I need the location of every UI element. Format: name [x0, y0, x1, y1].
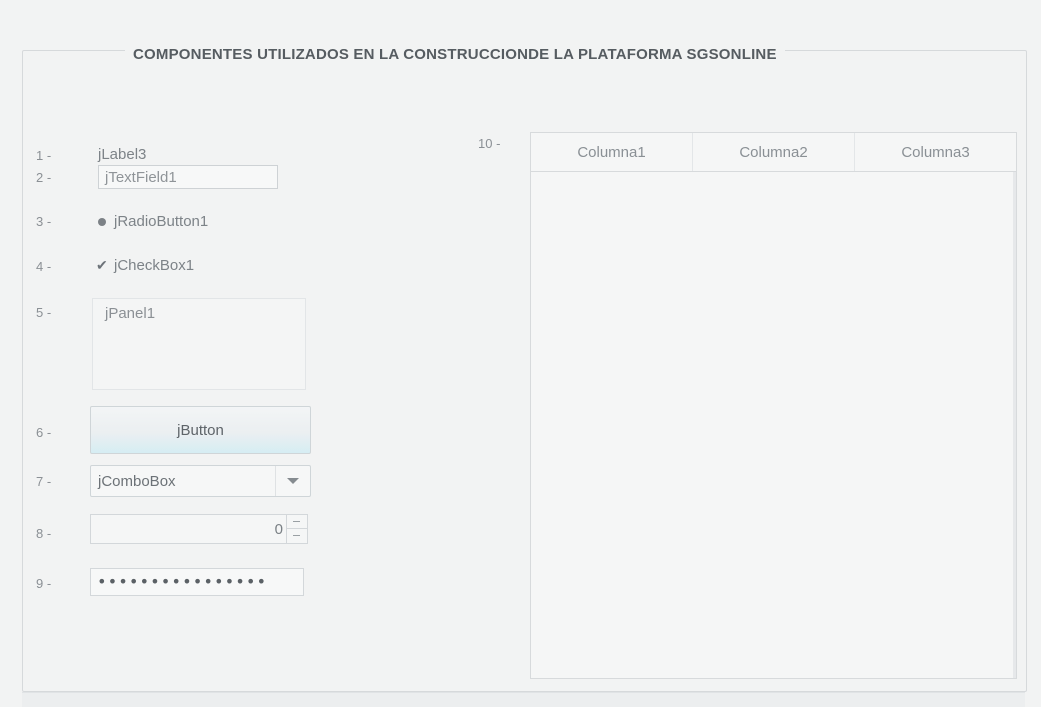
item-number-2: 2 -	[36, 170, 52, 185]
check-icon: ✔	[96, 257, 108, 273]
item-number-7: 7 -	[36, 474, 52, 489]
radio-dot-icon	[98, 217, 106, 226]
spinner-value: 0	[274, 521, 283, 538]
radio-button-label: jRadioButton1	[114, 213, 209, 230]
text-field-value: jTextField1	[105, 169, 177, 186]
item-number-3: 3 -	[36, 214, 52, 229]
combo-box-value: jComboBox	[98, 473, 176, 490]
sample-table[interactable]: Columna1 Columna2 Columna3	[530, 132, 1017, 679]
item-number-8: 8 -	[36, 526, 52, 541]
sample-label: jLabel3	[98, 146, 147, 163]
item-number-5: 5 -	[36, 305, 52, 320]
item-number-4: 4 -	[36, 259, 52, 274]
spinner-decrement-button[interactable]	[287, 529, 307, 543]
spinner-arrows-icon[interactable]	[286, 515, 307, 543]
password-value: ••••••••••••••••	[97, 572, 268, 591]
panel-label: jPanel1	[105, 305, 156, 322]
window-bottom-strip	[22, 692, 1025, 707]
sample-text-field[interactable]: jTextField1	[98, 165, 278, 189]
item-number-1: 1 -	[36, 148, 52, 163]
item-number-9: 9 -	[36, 576, 52, 591]
sample-panel: jPanel1	[92, 298, 306, 390]
table-column-header[interactable]: Columna3	[855, 133, 1016, 171]
combo-dropdown-button[interactable]	[275, 466, 310, 496]
spinner-increment-button[interactable]	[287, 515, 307, 529]
sample-spinner[interactable]: 0	[90, 514, 308, 544]
chevron-down-icon	[287, 478, 299, 484]
sample-button[interactable]: jButton	[90, 406, 311, 454]
item-number-6: 6 -	[36, 425, 52, 440]
table-column-header[interactable]: Columna2	[693, 133, 855, 171]
table-body[interactable]	[531, 172, 1016, 678]
table-column-header[interactable]: Columna1	[531, 133, 693, 171]
sample-password-field[interactable]: ••••••••••••••••	[90, 568, 304, 596]
sample-radio-button[interactable]: jRadioButton1	[98, 213, 208, 230]
table-header: Columna1 Columna2 Columna3	[531, 133, 1016, 172]
item-number-10: 10 -	[478, 136, 501, 151]
checkbox-label: jCheckBox1	[114, 257, 195, 274]
sample-combo-box[interactable]: jComboBox	[90, 465, 311, 497]
sample-checkbox[interactable]: ✔ jCheckBox1	[96, 257, 194, 274]
page-title: COMPONENTES UTILIZADOS EN LA CONSTRUCCIO…	[125, 46, 785, 63]
table-scrollbar[interactable]	[1013, 172, 1016, 678]
